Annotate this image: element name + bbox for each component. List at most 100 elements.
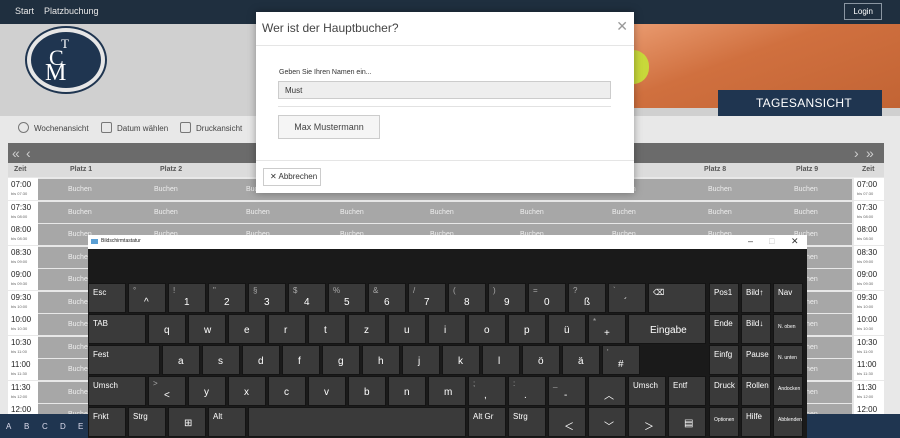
footer-letter[interactable]: C (42, 422, 48, 431)
book-slot-button[interactable]: Buchen (68, 186, 92, 193)
key-t[interactable]: t (308, 314, 346, 344)
name-input[interactable] (278, 81, 611, 99)
book-slot-button[interactable]: Buchen (612, 209, 636, 216)
key-left[interactable]: ＜ (548, 407, 586, 437)
book-slot-button[interactable]: Buchen (520, 209, 544, 216)
key-pos1[interactable]: Pos1 (709, 283, 739, 313)
key-0[interactable]: = 0 (528, 283, 566, 313)
key-ende[interactable]: Ende (709, 314, 739, 344)
key-bildup[interactable]: Bild↑ (741, 283, 771, 313)
key-fest[interactable]: Fest (88, 345, 160, 375)
key-6[interactable]: & 6 (368, 283, 406, 313)
next-courts-icon[interactable]: » (866, 145, 874, 161)
key-9[interactable]: ) 9 (488, 283, 526, 313)
key-lt[interactable]: > < (148, 376, 186, 406)
key-nunten[interactable]: N. unten (773, 345, 803, 375)
key-p[interactable]: p (508, 314, 546, 344)
key-umschr[interactable]: Umsch (628, 376, 666, 406)
key-nav[interactable]: Nav (773, 283, 803, 313)
key-1[interactable]: ! 1 (168, 283, 206, 313)
maximize-icon[interactable]: □ (769, 236, 774, 246)
key-u[interactable]: u (388, 314, 426, 344)
footer-letter[interactable]: E (78, 422, 83, 431)
key-abblenden[interactable]: Abblenden (773, 407, 803, 437)
key-i[interactable]: i (428, 314, 466, 344)
key-j[interactable]: j (402, 345, 440, 375)
key-umschl[interactable]: Umsch (88, 376, 146, 406)
prev-court-icon[interactable]: ‹ (26, 145, 31, 161)
book-slot-button[interactable]: Buchen (794, 209, 818, 216)
key-dot[interactable]: :. (508, 376, 546, 406)
key-ue[interactable]: ü (548, 314, 586, 344)
key-n[interactable]: n (388, 376, 426, 406)
key-tab[interactable]: TAB (88, 314, 146, 344)
key-down[interactable]: ﹀ (588, 407, 626, 437)
key-hilfe[interactable]: Hilfe (741, 407, 771, 437)
key-oe[interactable]: ö (522, 345, 560, 375)
book-slot-button[interactable]: Buchen (154, 186, 178, 193)
key-andocken[interactable]: Andocken (773, 376, 803, 406)
book-slot-button[interactable]: Buchen (708, 209, 732, 216)
week-view-button[interactable]: Wochenansicht (34, 124, 89, 133)
book-slot-button[interactable]: Buchen (794, 186, 818, 193)
key-acute[interactable]: ` ´ (608, 283, 646, 313)
book-slot-button[interactable]: Buchen (68, 209, 92, 216)
key-y[interactable]: y (188, 376, 226, 406)
key-ae[interactable]: ä (562, 345, 600, 375)
key-mk[interactable]: m (428, 376, 466, 406)
key-a[interactable]: a (162, 345, 200, 375)
close-icon[interactable]: ✕ (791, 236, 799, 247)
cancel-button[interactable]: ✕ Abbrechen (263, 168, 321, 186)
key-plus[interactable]: * + (588, 314, 626, 344)
key-druck[interactable]: Druck (709, 376, 739, 406)
prev-courts-icon[interactable]: « (12, 145, 20, 161)
key-x[interactable]: x (228, 376, 266, 406)
key-f[interactable]: f (282, 345, 320, 375)
key-noben[interactable]: N. oben (773, 314, 803, 344)
key-space[interactable] (248, 407, 466, 437)
choose-date-button[interactable]: Datum wählen (117, 124, 168, 133)
key-3[interactable]: § 3 (248, 283, 286, 313)
next-court-icon[interactable]: › (854, 145, 859, 161)
key-entf[interactable]: Entf (668, 376, 706, 406)
key-b[interactable]: b (348, 376, 386, 406)
key-altgr[interactable]: Alt Gr (468, 407, 506, 437)
key-8[interactable]: (8 (448, 283, 486, 313)
key-optionen[interactable]: Optionen (709, 407, 739, 437)
key-esc[interactable]: Esc (88, 283, 126, 313)
key-z[interactable]: z (348, 314, 386, 344)
key-q[interactable]: q (148, 314, 186, 344)
key-d[interactable]: d (242, 345, 280, 375)
key-w[interactable]: w (188, 314, 226, 344)
key-win[interactable]: ⊞ (168, 407, 206, 437)
key-s[interactable]: s (202, 345, 240, 375)
key-4[interactable]: $4 (288, 283, 326, 313)
footer-letter[interactable]: A (6, 422, 11, 431)
key-strgr[interactable]: Strg (508, 407, 546, 437)
close-icon[interactable]: ✕ (616, 18, 628, 35)
key-rollen[interactable]: Rollen (741, 376, 771, 406)
key-o[interactable]: o (468, 314, 506, 344)
key-ss[interactable]: ? ß (568, 283, 606, 313)
print-view-button[interactable]: Druckansicht (196, 124, 242, 133)
key-e[interactable]: e (228, 314, 266, 344)
key-comma[interactable]: ;, (468, 376, 506, 406)
key-g[interactable]: g (322, 345, 360, 375)
key-fnkt[interactable]: Fnkt (88, 407, 126, 437)
name-suggestion-button[interactable]: Max Mustermann (278, 115, 380, 139)
book-slot-button[interactable]: Buchen (154, 209, 178, 216)
key-r[interactable]: r (268, 314, 306, 344)
book-slot-button[interactable]: Buchen (340, 209, 364, 216)
book-slot-button[interactable]: Buchen (708, 186, 732, 193)
key-right[interactable]: ＞ (628, 407, 666, 437)
key-bksp[interactable]: ⌫ (648, 283, 706, 313)
key-bilddn[interactable]: Bild↓ (741, 314, 771, 344)
key-minus[interactable]: _ - (548, 376, 586, 406)
key-c[interactable]: c (268, 376, 306, 406)
book-slot-button[interactable]: Buchen (430, 209, 454, 216)
nav-platzbuchung-link[interactable]: Platzbuchung (44, 6, 99, 16)
key-5[interactable]: % 5 (328, 283, 366, 313)
minimize-icon[interactable]: – (748, 236, 753, 246)
key-up[interactable]: ︿ (588, 376, 626, 406)
key-v[interactable]: v (308, 376, 346, 406)
